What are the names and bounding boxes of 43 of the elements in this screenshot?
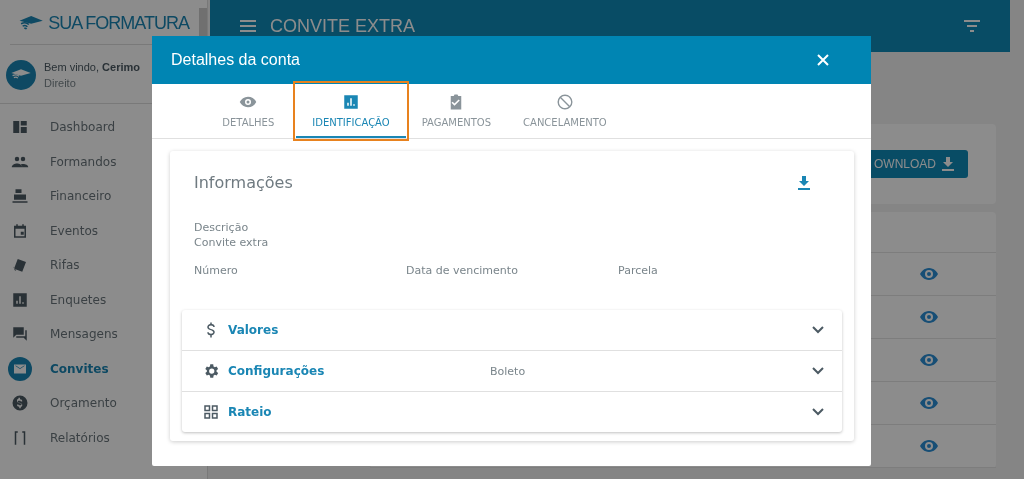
tab[interactable]: PAGAMENTOS — [405, 84, 508, 138]
expansion-panel[interactable]: Configurações Boleto — [182, 351, 842, 392]
nav-item[interactable]: Dashboard — [0, 110, 197, 145]
tab[interactable]: DETALHES — [200, 84, 297, 138]
chevron-down-icon — [812, 408, 824, 416]
grid-icon — [202, 403, 220, 421]
logo-text: SUA FORMATURA — [48, 12, 189, 34]
view-icon[interactable] — [920, 397, 938, 409]
course-name: Direito — [44, 76, 77, 91]
field-label: Data de vencimento — [406, 263, 519, 278]
field-value: Convite extra — [194, 235, 270, 250]
avatar-icon — [6, 60, 36, 90]
dialog-title: Detalhes da conta — [171, 51, 300, 69]
section-title: Informações — [194, 173, 293, 192]
view-icon[interactable] — [920, 354, 938, 366]
field-label: Número — [194, 263, 239, 278]
panel-value: Boleto — [490, 364, 526, 378]
expansion-panel[interactable]: Valores — [182, 310, 842, 351]
view-icon[interactable] — [920, 311, 938, 323]
tab[interactable]: IDENTIFICAÇÃO — [296, 84, 406, 138]
field-label: Descrição — [194, 220, 250, 235]
view-icon[interactable] — [920, 268, 938, 280]
bar-chart-icon — [11, 290, 29, 309]
chevron-down-icon — [812, 367, 824, 375]
bar-chart-icon — [341, 92, 360, 111]
cash-register-icon — [11, 187, 29, 206]
welcome-text: Bem vindo, Cerimo — [44, 60, 140, 75]
download-icon[interactable] — [798, 175, 810, 190]
tab[interactable]: CANCELAMENTO — [507, 84, 623, 138]
page-title: CONVITE EXTRA — [270, 15, 416, 37]
panel-title: Valores — [228, 323, 280, 337]
view-icon[interactable] — [920, 440, 938, 452]
filter-icon[interactable] — [964, 20, 980, 32]
download-icon — [942, 157, 954, 171]
close-icon[interactable] — [817, 54, 829, 66]
dollar-icon — [11, 394, 29, 413]
field-label: Parcela — [618, 263, 659, 278]
menu-icon[interactable] — [240, 20, 256, 32]
panel-title: Configurações — [228, 364, 326, 378]
prohibited-icon — [555, 92, 574, 111]
panel-title: Rateio — [228, 405, 273, 419]
chevron-down-icon — [812, 326, 824, 334]
calendar-icon — [11, 221, 29, 240]
